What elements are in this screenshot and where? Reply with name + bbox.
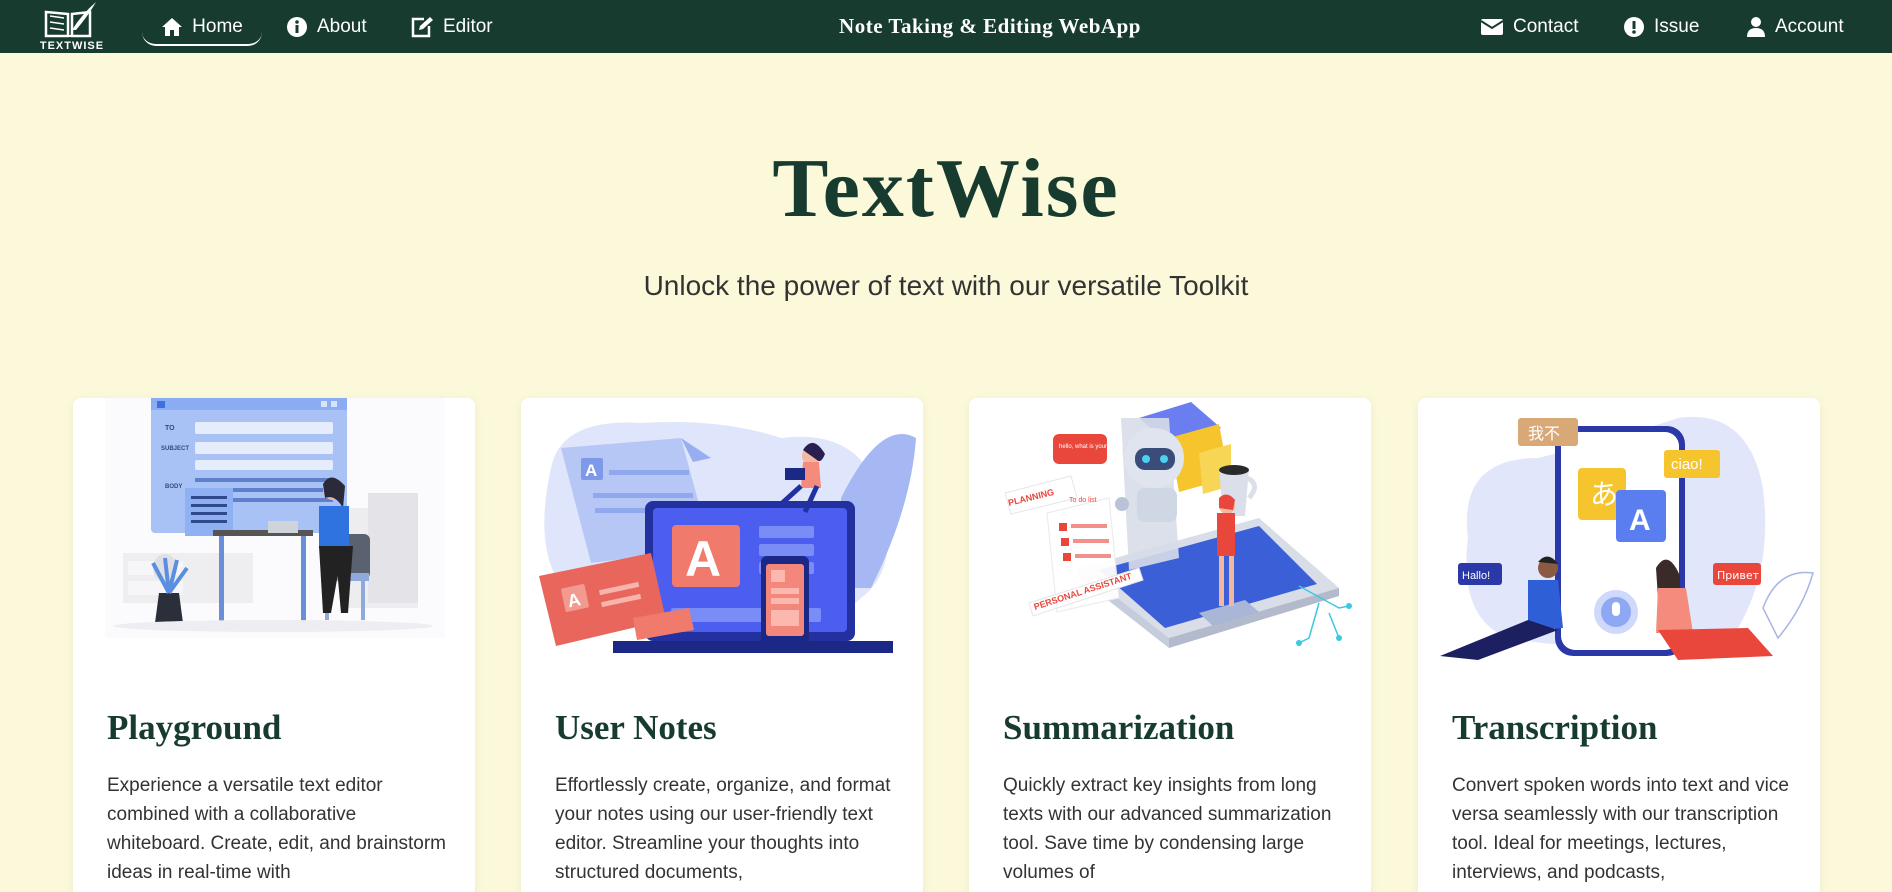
feature-card-summarization[interactable]: hello, what is your plan? PLANNING To do… bbox=[969, 398, 1371, 892]
user-notes-illustration: A A A bbox=[539, 422, 916, 653]
home-icon bbox=[162, 17, 183, 36]
exclamation-circle-icon bbox=[1624, 16, 1644, 37]
card-text: Quickly extract key insights from long t… bbox=[1003, 775, 1332, 883]
nav-home-label: Home bbox=[192, 15, 243, 37]
nav-about-label: About bbox=[317, 15, 367, 37]
nav-account-label: Account bbox=[1775, 15, 1844, 37]
nav-about[interactable]: About bbox=[286, 0, 367, 53]
playground-illustration: TO SUBJECT BODY bbox=[105, 398, 445, 638]
card-title: User Notes bbox=[555, 708, 717, 747]
app-title: Note Taking & Editing WebApp bbox=[839, 14, 1141, 38]
feature-card-transcription[interactable]: あ A 我不 ciao! Hallo! Привет Transcription… bbox=[1418, 398, 1820, 892]
doc-a-letter: A bbox=[585, 461, 597, 480]
card-title: Playground bbox=[107, 708, 282, 747]
card-text: Convert spoken words into text and vice … bbox=[1452, 775, 1789, 883]
nav-contact[interactable]: Contact bbox=[1480, 0, 1578, 53]
card-title: Summarization bbox=[1003, 708, 1235, 747]
info-circle-icon bbox=[287, 16, 307, 37]
nav-account[interactable]: Account bbox=[1746, 0, 1844, 53]
nav-home[interactable]: Home bbox=[142, 0, 262, 53]
nav-contact-label: Contact bbox=[1513, 15, 1579, 37]
ciao-bubble-text: ciao! bbox=[1671, 456, 1703, 473]
hero-title: TextWise bbox=[772, 142, 1120, 235]
transcription-illustration: あ A 我不 ciao! Hallo! Привет bbox=[1440, 416, 1814, 660]
logo-text: TEXTWISE bbox=[39, 40, 105, 52]
chinese-bubble-text: 我不 bbox=[1528, 424, 1560, 443]
card-text: Experience a versatile text editor combi… bbox=[107, 775, 447, 883]
privet-bubble-text: Привет bbox=[1717, 569, 1760, 582]
to-label: TO bbox=[165, 425, 175, 432]
book-quill-logo-icon bbox=[44, 2, 96, 38]
body-label: BODY bbox=[165, 484, 182, 490]
hiragana-glyph: あ bbox=[1590, 478, 1618, 511]
hallo-bubble-text: Hallo! bbox=[1462, 570, 1490, 582]
card-title: Transcription bbox=[1452, 708, 1658, 747]
textwise-logo[interactable]: TEXTWISE bbox=[24, 0, 116, 53]
nav-editor-label: Editor bbox=[443, 15, 493, 37]
top-navbar: TEXTWISE Home About Editor Note Taking &… bbox=[0, 0, 1892, 53]
subject-label: SUBJECT bbox=[161, 446, 189, 452]
chat-bubble-text: hello, what is your plan? bbox=[1059, 444, 1124, 450]
nav-editor[interactable]: Editor bbox=[410, 0, 493, 53]
envelope-icon bbox=[1480, 18, 1504, 35]
latin-glyph: A bbox=[1629, 504, 1651, 537]
feature-card-user-notes[interactable]: A A A User Notes Effortlessly create, or… bbox=[521, 398, 923, 892]
todo-label: To do list bbox=[1069, 497, 1097, 504]
summarization-illustration: hello, what is your plan? PLANNING To do… bbox=[1004, 402, 1352, 648]
card-text: Effortlessly create, organize, and forma… bbox=[555, 775, 891, 883]
feature-card-playground[interactable]: TO SUBJECT BODY Playground Experience a … bbox=[73, 398, 475, 892]
hero-subtitle: Unlock the power of text with our versat… bbox=[643, 270, 1249, 301]
big-a-letter: A bbox=[685, 531, 721, 587]
nav-issue-label: Issue bbox=[1654, 15, 1700, 37]
nav-issue[interactable]: Issue bbox=[1623, 0, 1699, 53]
edit-icon bbox=[411, 16, 433, 37]
user-icon bbox=[1747, 16, 1765, 37]
